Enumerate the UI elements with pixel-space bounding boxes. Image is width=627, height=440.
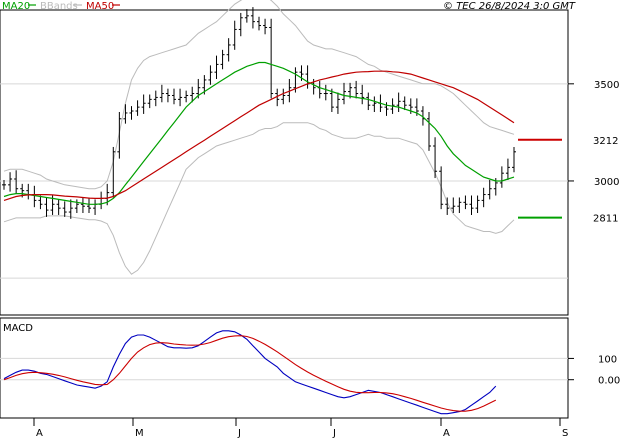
legend: MA20 BBands MA50	[2, 1, 120, 12]
price-tick-label: 3000	[594, 177, 619, 188]
stock-chart: 3212 2811 3500 3000 100 0.00 A M J J A S MA20 BBan…	[0, 0, 620, 439]
legend-bbands: BBands	[40, 1, 78, 12]
x-tick-label: A	[443, 428, 450, 439]
x-tick-label: J	[237, 428, 241, 439]
level-label-2811: 2811	[593, 214, 618, 225]
macd-panel-frame	[0, 317, 569, 419]
macd-tick-label: 0.00	[598, 376, 620, 387]
x-tick-label: A	[36, 428, 43, 439]
price-panel-frame	[0, 9, 569, 316]
x-tick-label: M	[135, 428, 144, 439]
x-tick-label: J	[332, 428, 336, 439]
macd-panel-title: MACD	[3, 323, 33, 334]
level-label-3212: 3212	[593, 136, 618, 147]
macd-tick-label: 100	[598, 354, 617, 365]
legend-ma50: MA50	[86, 1, 114, 12]
copyright-label: © TEC 26/8/2024 3:0 GMT	[443, 1, 576, 12]
price-tick-label: 3500	[594, 80, 619, 91]
x-tick-label: S	[562, 428, 568, 439]
legend-ma20: MA20	[2, 1, 30, 12]
